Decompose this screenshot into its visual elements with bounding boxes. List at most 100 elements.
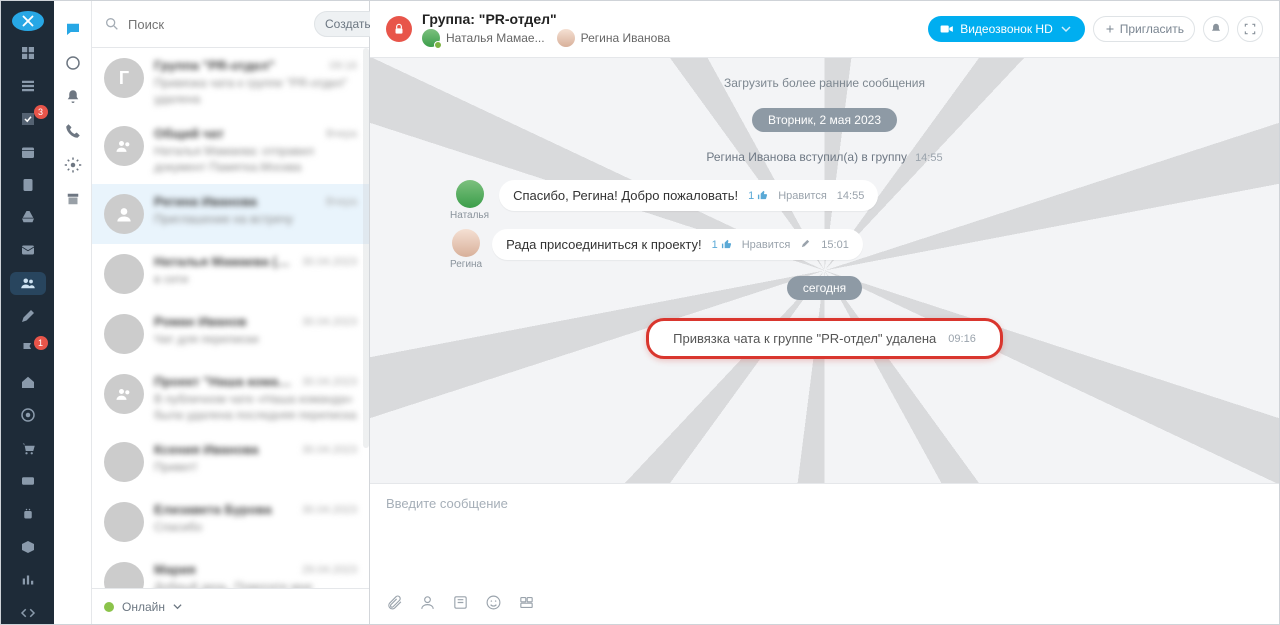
expand-button[interactable] [1237, 16, 1263, 42]
search-input[interactable] [126, 16, 306, 33]
chat-list-item[interactable]: Роман Иванов30.04.2023Чат для переписки [92, 304, 369, 364]
chat-main: Группа: "PR-отдел" Наталья Мамае... Реги… [370, 1, 1279, 624]
chat-date: 30.04.2023 [302, 504, 357, 516]
bars-icon [19, 571, 37, 589]
like-label[interactable]: Нравится [778, 190, 827, 202]
quote-button[interactable] [452, 594, 469, 614]
rail-item-home[interactable] [10, 371, 46, 394]
rail-item-target[interactable] [10, 404, 46, 427]
rail-item-sign[interactable] [10, 305, 46, 328]
chat-header: Группа: "PR-отдел" Наталья Мамае... Реги… [370, 1, 1279, 58]
chat-list-item[interactable]: Ксения Иванова30.04.2023Привет! [92, 432, 369, 492]
thumbs-up-icon [757, 190, 768, 201]
notifications-tab[interactable] [63, 87, 83, 107]
rail-item-grid[interactable] [10, 41, 46, 64]
chat-members: Наталья Мамае... Регина Иванова [422, 29, 918, 47]
unbind-notice: Привязка чата к группе "PR-отдел" удален… [646, 318, 1003, 359]
load-earlier-link[interactable]: Загрузить более ранние сообщения [410, 76, 1239, 90]
rail-close-button[interactable] [12, 11, 44, 31]
x-icon [19, 12, 37, 30]
video-call-button[interactable]: Видеозвонок HD [928, 16, 1085, 42]
chat-preview: В публичном чате «Наша команда» была уда… [154, 392, 357, 422]
member-avatar [422, 29, 440, 47]
chat-date: 29.04.2023 [302, 564, 357, 576]
emoji-button[interactable] [485, 594, 502, 614]
mute-button[interactable] [1203, 16, 1229, 42]
android-icon [19, 505, 37, 523]
chat-list-item[interactable]: Наталья Мамаева (это вы)30.04.2023в сети [92, 244, 369, 304]
rail-item-code[interactable] [10, 601, 46, 624]
chat-name: Регина Иванова [154, 194, 257, 209]
calendar-icon [19, 143, 37, 161]
chat-avatar [104, 562, 144, 588]
rail-badge-tasks: 3 [34, 105, 48, 119]
message-bubble[interactable]: Спасибо, Регина! Добро пожаловать! 1 Нра… [499, 180, 878, 211]
rail-item-list[interactable] [10, 74, 46, 97]
settings-tab[interactable] [63, 155, 83, 175]
rail-item-flag[interactable]: 1 [10, 338, 46, 361]
people-icon [114, 136, 134, 156]
message-avatar[interactable] [452, 229, 480, 257]
chat-name: Мария [154, 562, 196, 577]
chat-list-item[interactable]: Регина Иванова Вчера Приглашение на встреч… [92, 184, 369, 244]
chat-date: Вчера [326, 196, 357, 208]
attach-button[interactable] [386, 594, 403, 614]
message-author: Наталья [450, 210, 489, 221]
chat-list-item[interactable]: Елизавета Бурова30.04.2023Спасибо [92, 492, 369, 552]
rail-item-mail[interactable] [10, 239, 46, 262]
chat-title-block[interactable]: Группа: "PR-отдел" Наталья Мамае... Реги… [422, 11, 918, 47]
thumbs-up-icon [721, 239, 732, 250]
rail-item-calendar[interactable] [10, 140, 46, 163]
chat-avatar [104, 502, 144, 542]
chat-actions: Видеозвонок HD Пригласить [928, 16, 1263, 42]
system-message-join: Регина Иванова вступил(а) в группу14:55 [410, 150, 1239, 164]
rail-item-card[interactable] [10, 469, 46, 492]
chat-body[interactable]: Загрузить более ранние сообщения Вторник… [370, 58, 1279, 483]
calls-tab[interactable] [63, 121, 83, 141]
message-avatar[interactable] [456, 180, 484, 208]
chat-name: Ксения Иванова [154, 442, 259, 457]
message-likes[interactable]: 1 [748, 190, 768, 202]
status-bar[interactable]: Онлайн [92, 588, 369, 624]
channels-tab[interactable] [63, 53, 83, 73]
message-input[interactable]: Введите сообщение [370, 484, 1279, 584]
rail-item-drive[interactable] [10, 206, 46, 229]
chat-date: 30.04.2023 [302, 444, 357, 456]
mention-button[interactable] [419, 594, 436, 614]
rail-item-tasks[interactable]: 3 [10, 107, 46, 130]
chat-list[interactable]: ГГруппа "PR-отдел"09:16Привязка чата к г… [92, 48, 369, 588]
rail-item-cart[interactable] [10, 436, 46, 459]
message-likes[interactable]: 1 [712, 239, 732, 251]
chat-list-item[interactable]: Проект "Наша команда"30.04.2023В публичн… [92, 364, 369, 432]
like-label[interactable]: Нравится [742, 239, 791, 251]
scrollbar[interactable] [363, 48, 369, 448]
chat-date: 30.04.2023 [302, 316, 357, 328]
rail-item-docs[interactable] [10, 173, 46, 196]
chat-list-item[interactable]: ГГруппа "PR-отдел"09:16Привязка чата к г… [92, 48, 369, 116]
date-separator: Вторник, 2 мая 2023 [410, 108, 1239, 132]
plus-icon [1104, 23, 1116, 35]
chat-preview: Наталья Мамаева: отправил документ Памят… [154, 144, 357, 174]
chat-preview: в сети [154, 272, 357, 288]
chat-preview: Привязка чата к группе "PR-отдел" удален… [154, 76, 357, 106]
chat-list-item[interactable]: Общий чатВчераНаталья Мамаева: отправил … [92, 116, 369, 184]
invite-label: Пригласить [1120, 22, 1184, 36]
chat-preview: Приглашение на встречу [154, 212, 357, 228]
chat-date: Вчера [326, 128, 357, 140]
rail-item-analytics[interactable] [10, 568, 46, 591]
archive-tab[interactable] [63, 189, 83, 209]
search-field[interactable] [104, 16, 306, 33]
rail-item-android[interactable] [10, 502, 46, 525]
message-text: Рада присоединиться к проекту! [506, 237, 702, 252]
paperclip-icon [386, 594, 403, 611]
chats-tab[interactable] [63, 19, 83, 39]
chat-avatar [104, 126, 144, 166]
user-icon [114, 204, 134, 224]
rail-item-box[interactable] [10, 535, 46, 558]
chat-list-item[interactable]: Мария29.04.2023Добрый день. Помогите мне… [92, 552, 369, 588]
invite-button[interactable]: Пригласить [1093, 16, 1195, 42]
rail-item-people[interactable] [10, 272, 46, 295]
record-button[interactable] [518, 594, 535, 614]
chevron-down-icon [173, 602, 182, 611]
message-bubble[interactable]: Рада присоединиться к проекту! 1 Нравитс… [492, 229, 863, 260]
